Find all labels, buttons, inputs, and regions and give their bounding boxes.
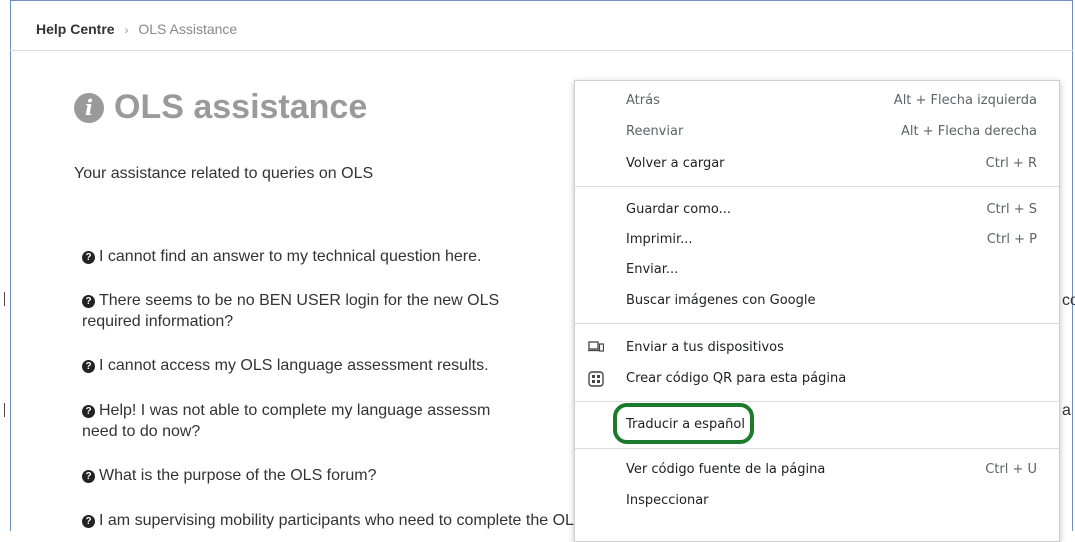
breadcrumb-current: OLS Assistance [138,21,238,37]
faq-item[interactable]: ? I cannot find an answer to my technical… [82,246,481,267]
menu-item-qr-code[interactable]: Crear código QR para esta página [588,368,1037,390]
menu-item-back[interactable]: Atrás Alt + Flecha izquierda [626,90,1037,112]
faq-item[interactable]: ? Help! I was not able to complete my lan… [82,400,490,421]
menu-item-send[interactable]: Enviar... [626,259,1037,281]
qr-code-icon [588,371,604,387]
question-icon: ? [82,470,95,483]
faq-item[interactable]: ? I cannot access my OLS language assessm… [82,355,489,376]
page-title: i OLS assistance [74,88,367,127]
menu-item-save-as[interactable]: Guardar como... Ctrl + S [626,199,1037,221]
menu-separator [575,186,1059,187]
info-icon: i [74,92,104,123]
context-menu: Atrás Alt + Flecha izquierda Reenviar Al… [574,80,1060,542]
faq-item-continuation[interactable]: required information? [82,311,233,332]
breadcrumb-divider [10,50,1073,51]
faq-item[interactable]: ? What is the purpose of the OLS forum? [82,465,376,486]
question-icon: ? [82,295,95,308]
menu-item-view-source[interactable]: Ver código fuente de la página Ctrl + U [626,459,1037,481]
menu-item-translate[interactable]: Traducir a español [626,414,1037,436]
question-icon: ? [82,251,95,264]
faq-item[interactable]: ? There seems to be no BEN USER login for… [82,290,499,311]
menu-item-send-to-devices[interactable]: Enviar a tus dispositivos [588,337,1037,359]
page-title-text: OLS assistance [114,88,368,126]
edge-marker [4,403,5,417]
faq-text-fragment: a [1062,402,1071,419]
breadcrumb: Help Centre › OLS Assistance [36,21,237,37]
menu-separator [575,448,1059,449]
faq-text-fragment: co [1062,292,1075,309]
menu-item-print[interactable]: Imprimir... Ctrl + P [626,229,1037,251]
menu-item-forward[interactable]: Reenviar Alt + Flecha derecha [626,121,1037,143]
menu-separator [575,323,1059,324]
menu-item-inspect[interactable]: Inspeccionar [626,490,1037,512]
faq-item-continuation[interactable]: need to do now? [82,421,200,442]
page-subtitle: Your assistance related to queries on OL… [74,165,374,182]
breadcrumb-separator: › [124,23,129,37]
question-icon: ? [82,360,95,373]
question-icon: ? [82,515,95,528]
menu-item-reload[interactable]: Volver a cargar Ctrl + R [626,153,1037,175]
devices-icon [588,340,605,356]
edge-marker [4,292,5,306]
breadcrumb-home-link[interactable]: Help Centre [36,21,115,37]
menu-separator [575,401,1059,402]
menu-item-search-images[interactable]: Buscar imágenes con Google [626,290,1037,312]
question-icon: ? [82,405,95,418]
